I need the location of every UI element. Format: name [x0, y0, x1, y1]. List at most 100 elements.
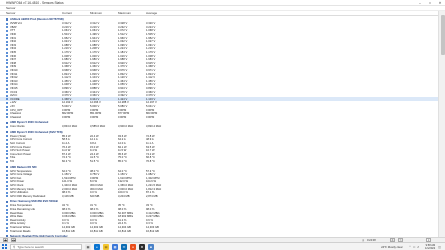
sensor-icon [6, 215, 8, 218]
sensor-icon [6, 146, 8, 149]
hwinfo-taskbar-icon[interactable]: ■ [148, 243, 154, 250]
sensor-table: ASRock AB350 Pro4 (Nuvoton NCT6779D) 3VSB… [0, 16, 438, 250]
search-icon: ⚲ [13, 244, 16, 249]
network-icon[interactable]: □ [413, 245, 415, 249]
sensor-icon [6, 142, 8, 145]
sensor-icon [6, 184, 8, 187]
sensor-icon [6, 139, 8, 142]
edge-icon[interactable]: e [94, 243, 100, 250]
sensor-value-min: 51.5 °C [90, 160, 99, 164]
file-explorer-icon[interactable]: ▤ [103, 243, 109, 250]
sensor-icon [6, 170, 8, 173]
sensor-row[interactable]: Chassis2 0 RPM 0 RPM 0 RPM 0 RPM [0, 115, 438, 119]
sensor-icon [6, 80, 8, 83]
sensor-value-cur: 82.3 °C [62, 160, 71, 164]
column-header-sensor[interactable]: Sensor [6, 11, 16, 15]
sensor-icon [6, 66, 8, 68]
sensor-icon [6, 26, 8, 29]
sensor-icon [6, 48, 8, 51]
sensor-row[interactable]: Tctl 82.3 °C 51.5 °C 85.0 °C 76.8 °C [0, 160, 438, 164]
sensor-name: GPU D3D Memory Dedicated [10, 194, 46, 198]
sensor-icon [6, 22, 8, 25]
menu-item-sensor[interactable]: Sensor [6, 6, 16, 10]
weather-widget[interactable]: 24°F Mostly clear [381, 245, 403, 249]
windows-start-icon[interactable] [2, 244, 7, 249]
chip-icon [6, 131, 9, 134]
sensor-row[interactable]: Total Host Reads 16,811 GB 16,811 GB 16,814… [0, 229, 438, 233]
column-header-average[interactable]: Average [146, 11, 157, 15]
firefox-icon[interactable]: ● [130, 243, 136, 250]
tray-chevron-icon[interactable]: ⌃ [409, 245, 412, 249]
chip-icon [6, 200, 9, 203]
sensor-icon [6, 219, 8, 222]
sensor-value-avg: 76.8 °C [146, 160, 155, 164]
column-header-current[interactable]: Current [62, 11, 72, 15]
sensor-icon [6, 101, 8, 104]
sensor-name: Tctl [10, 160, 15, 164]
sensor-icon [6, 226, 8, 229]
column-header-minimum[interactable]: Minimum [90, 11, 102, 15]
taskbar-search[interactable]: ⚲ Type here to search [10, 243, 82, 250]
close-icon[interactable]: ✕ [435, 0, 445, 6]
sensor-icon [6, 94, 8, 97]
sensor-value-cur: 3,106 MB [62, 194, 74, 198]
column-header-maximum[interactable]: Maximum [118, 11, 131, 15]
sensor-name: Chassis2 [10, 115, 22, 119]
sensor-icon [6, 116, 8, 119]
sensor-value-min: 620 MB [90, 194, 100, 198]
sensor-row[interactable]: Core Clocks 3,843.0 MHz 3,585.6 MHz 3,900.0… [0, 125, 438, 129]
sensor-row[interactable]: GPU D3D Memory Dedicated 3,106 MB 620 MB 3,… [0, 194, 438, 198]
taskbar-clock[interactable]: 9:58 AM 1/1/2022 [425, 244, 435, 250]
task-view-icon[interactable]: ▦ [85, 243, 91, 250]
sensor-icon [6, 58, 8, 61]
sensor-icon [6, 51, 8, 54]
maximize-icon[interactable]: □ [425, 0, 435, 6]
steam-icon[interactable]: ⚙ [139, 243, 145, 250]
sensor-icon [6, 125, 8, 128]
search-placeholder: Type here to search [17, 244, 44, 249]
sensor-value-min: 0 RPM [90, 115, 99, 119]
sensor-value-avg: 3,820.4 MHz [146, 125, 162, 129]
vertical-scrollbar[interactable] [438, 11, 445, 238]
sensor-value-avg: 0 RPM [146, 115, 155, 119]
sensor-icon [6, 212, 8, 215]
sensor-value-max: 3,900.0 MHz [118, 125, 134, 129]
sensor-icon [6, 188, 8, 191]
sensor-icon [6, 109, 8, 112]
sensor-icon [6, 44, 8, 47]
sensor-icon [6, 135, 8, 138]
sensor-icon [6, 160, 8, 163]
sensor-name: AMD Radeon RX 580 [10, 165, 37, 169]
mail-icon[interactable]: ✉ [121, 243, 127, 250]
sensor-icon [6, 98, 8, 101]
sensor-value-cur: 0 RPM [62, 115, 71, 119]
minimize-icon[interactable]: – [415, 0, 425, 6]
sensor-icon [6, 177, 8, 180]
sensor-icon [6, 112, 8, 115]
sensor-value-cur: 16,811 GB [62, 229, 75, 233]
notification-icon[interactable]: ◫ [438, 245, 441, 249]
sensor-value-max: 3,204 MB [118, 194, 130, 198]
sensor-icon [6, 62, 8, 65]
sensor-icon [6, 222, 8, 225]
sensor-icon [6, 204, 8, 207]
sensor-icon [6, 33, 8, 36]
sensor-icon [6, 40, 8, 43]
sensor-icon [6, 55, 8, 58]
sensor-value-min: 3,585.6 MHz [90, 125, 106, 129]
chip-icon [6, 165, 9, 169]
scrollbar-thumb[interactable] [440, 15, 445, 55]
sensor-icon [6, 73, 8, 76]
sensor-icon [6, 37, 8, 40]
sensor-icon [6, 30, 8, 33]
sensor-icon [6, 180, 8, 183]
volume-icon[interactable]: ♬ [417, 245, 420, 249]
sensor-icon [6, 149, 8, 152]
sensor-icon [6, 76, 8, 79]
sensor-icon [6, 87, 8, 90]
chip-icon [6, 121, 9, 124]
sensor-icon [6, 105, 8, 108]
store-icon[interactable]: ▩ [112, 243, 118, 250]
sensor-icon [6, 173, 8, 176]
window-title: HWiNFO64 v7.16-4810 - Sensors Status [6, 0, 64, 5]
